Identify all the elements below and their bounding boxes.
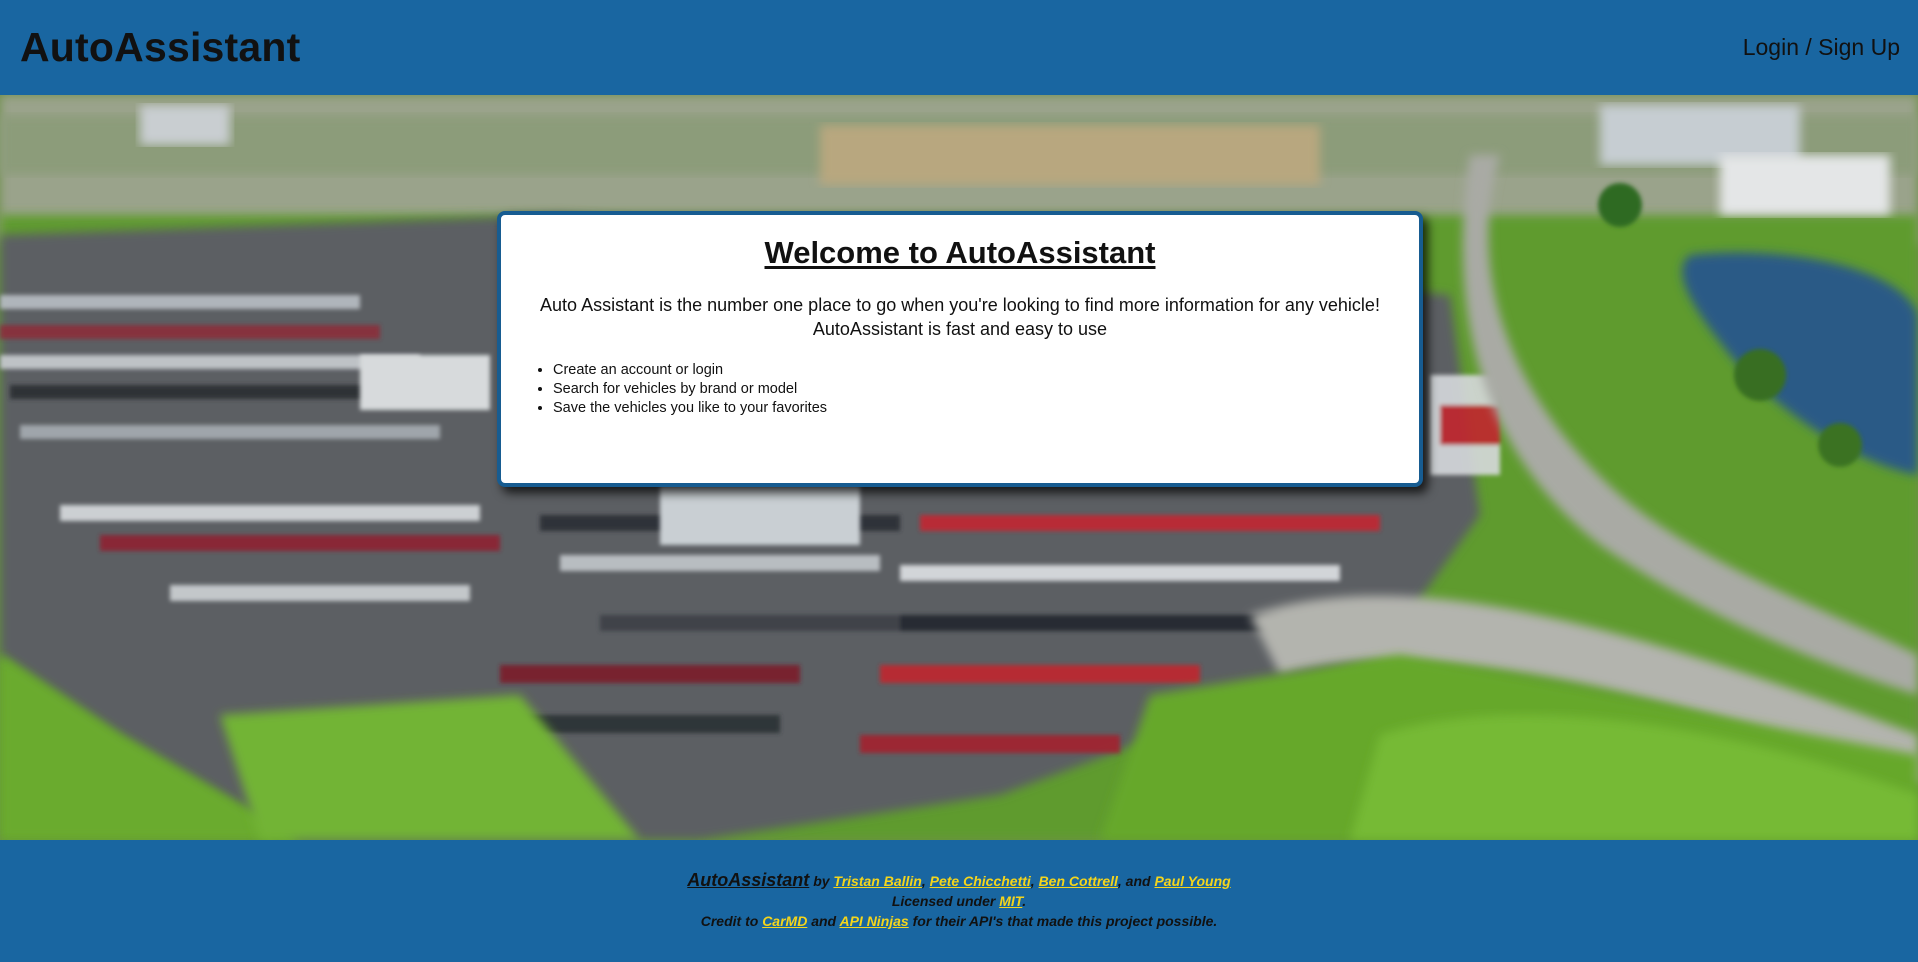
carmd-link[interactable]: CarMD	[762, 913, 807, 929]
author-link-pete[interactable]: Pete Chicchetti	[930, 873, 1031, 889]
feature-list: Create an account or login Search for ve…	[501, 361, 1419, 418]
welcome-title: Welcome to AutoAssistant	[764, 235, 1156, 270]
footer-credits-line: AutoAssistant by Tristan Ballin, Pete Ch…	[0, 870, 1918, 891]
feature-item: Save the vehicles you like to your favor…	[553, 399, 1419, 418]
feature-item: Search for vehicles by brand or model	[553, 380, 1419, 399]
author-link-ben[interactable]: Ben Cottrell	[1039, 873, 1118, 889]
footer-license-line: Licensed under MIT.	[0, 891, 1918, 911]
footer-sep: ,	[921, 873, 926, 889]
footer-brand: AutoAssistant	[687, 870, 810, 890]
license-suffix: .	[1022, 893, 1027, 909]
author-link-paul[interactable]: Paul Young	[1154, 873, 1230, 889]
footer-sep: , and	[1117, 873, 1151, 889]
credit-prefix: Credit to	[700, 913, 759, 929]
welcome-card: Welcome to AutoAssistant Auto Assistant …	[497, 211, 1423, 487]
intro-line-2: AutoAssistant is fast and easy to use	[812, 319, 1108, 339]
footer-sep: ,	[1030, 873, 1035, 889]
author-link-tristan[interactable]: Tristan Ballin	[833, 873, 921, 889]
site-logo[interactable]: AutoAssistant	[20, 24, 301, 71]
footer-api-credit-line: Credit to CarMD and API Ninjas for their…	[0, 911, 1918, 931]
api-ninjas-link[interactable]: API Ninjas	[839, 913, 908, 929]
intro-text: Auto Assistant is the number one place t…	[501, 293, 1419, 341]
footer-by: by	[813, 873, 830, 889]
feature-item: Create an account or login	[553, 361, 1419, 380]
footer: AutoAssistant by Tristan Ballin, Pete Ch…	[0, 840, 1918, 962]
top-nav-bar: AutoAssistant Login / Sign Up	[0, 0, 1918, 95]
intro-line-1: Auto Assistant is the number one place t…	[540, 295, 1380, 315]
login-signup-link[interactable]: Login / Sign Up	[1743, 34, 1900, 61]
credit-suffix: for their API's that made this project p…	[912, 913, 1218, 929]
credit-and: and	[811, 913, 837, 929]
license-prefix: Licensed under	[891, 893, 996, 909]
mit-license-link[interactable]: MIT	[999, 893, 1022, 909]
